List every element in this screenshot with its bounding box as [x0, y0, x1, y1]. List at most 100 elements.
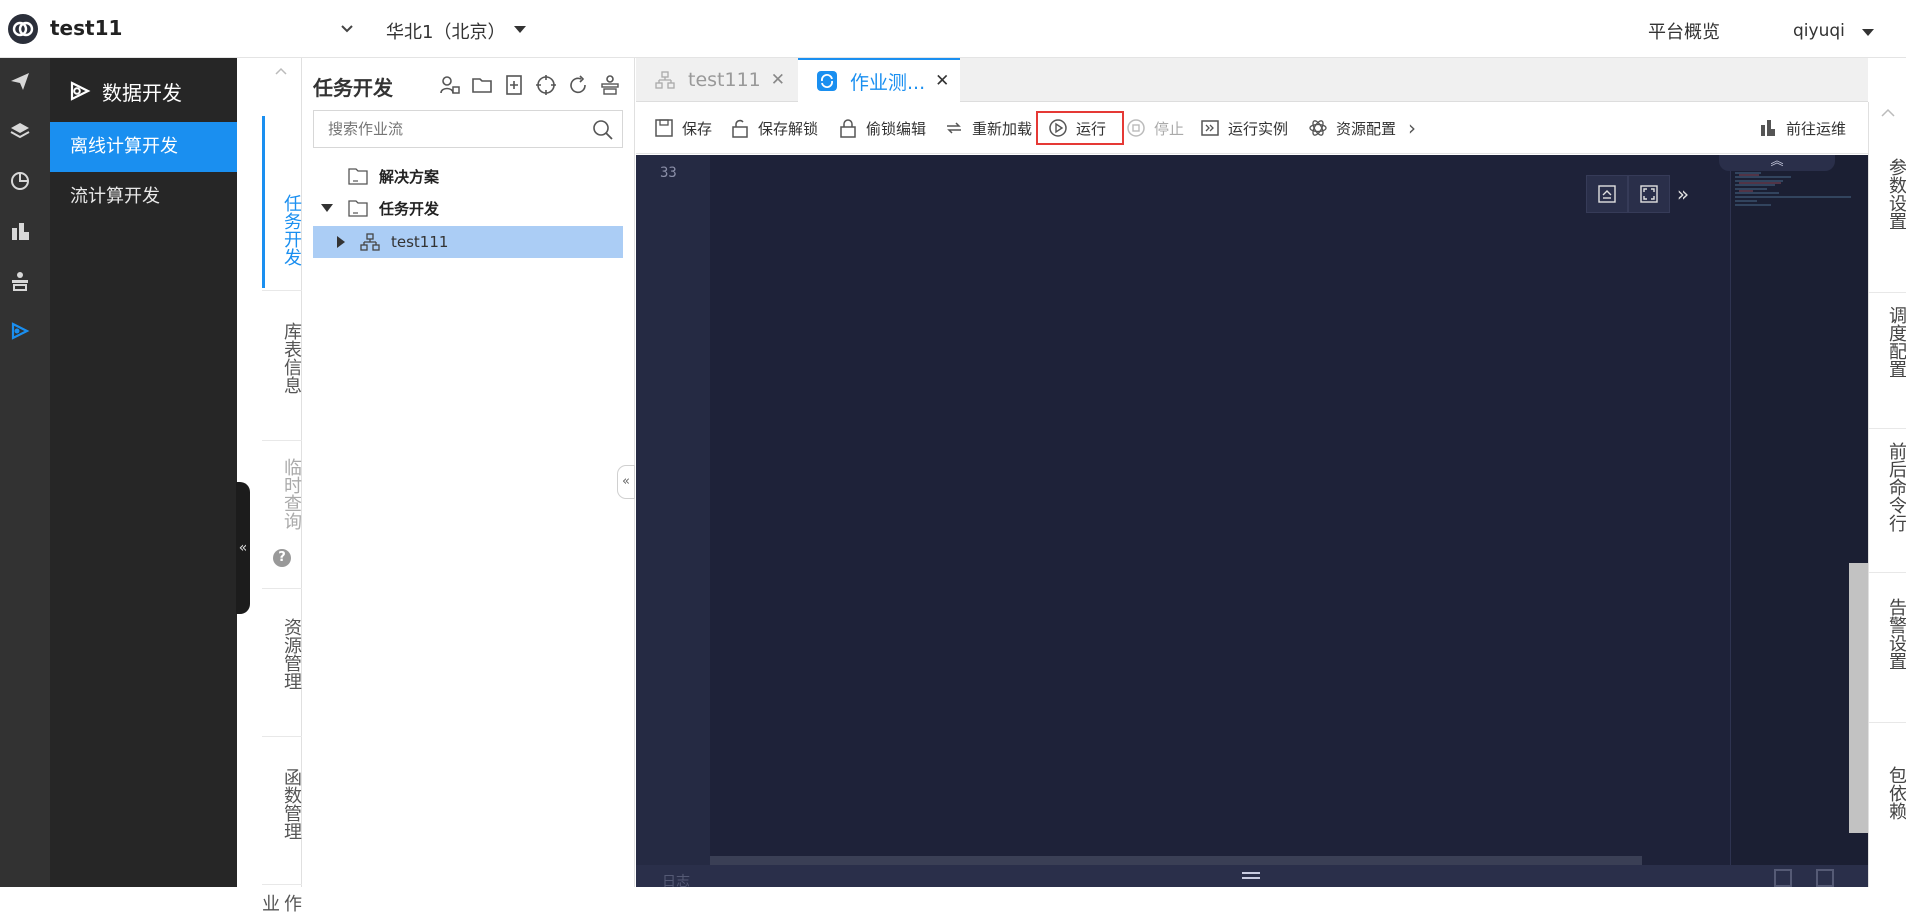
format-icon[interactable]	[1586, 175, 1628, 213]
vertical-tab-strip: 任务开发 库表信息 临时查询 ? 资源管理 函数管理 作业	[259, 58, 302, 912]
ops-icon[interactable]	[598, 73, 622, 97]
tab-pre-post-commands[interactable]: 前后命令行	[1869, 442, 1906, 532]
close-icon[interactable]: ✕	[935, 71, 949, 91]
vertical-scrollbar[interactable]	[1849, 563, 1868, 833]
workflow-icon	[655, 71, 675, 89]
tab-resource-mgmt[interactable]: 资源管理	[262, 618, 302, 690]
top-bar: test11 华北1（北京） 平台概览 qiyuqi	[0, 0, 1906, 58]
panel-title: 任务开发	[313, 76, 393, 100]
workflow-search[interactable]	[313, 110, 623, 148]
tree-node-label: 解决方案	[379, 167, 440, 186]
resource-config-label: 资源配置	[1336, 119, 1397, 138]
fullscreen-icon[interactable]	[1628, 175, 1670, 213]
help-icon[interactable]: ?	[273, 549, 291, 567]
data-analysis-icon	[1761, 120, 1775, 136]
caret-right-icon[interactable]	[337, 236, 345, 248]
data-dev-icon[interactable]	[9, 320, 31, 342]
close-icon[interactable]: ✕	[771, 70, 785, 90]
tab-function-mgmt[interactable]: 函数管理	[262, 768, 302, 840]
maximize-panel-icon[interactable]	[1816, 869, 1834, 887]
refresh-icon[interactable]	[566, 73, 590, 97]
line-gutter: 33	[636, 155, 710, 865]
collapse-panel-button[interactable]: «	[617, 465, 635, 499]
chevron-up-icon[interactable]	[275, 66, 287, 78]
restore-panel-icon[interactable]	[1774, 869, 1792, 887]
reload-label: 重新加载	[972, 119, 1033, 138]
tab-label: 作业测...	[850, 71, 926, 94]
platform-overview-link[interactable]: 平台概览	[1648, 18, 1720, 44]
new-file-icon[interactable]	[502, 73, 526, 97]
tab-package-deps[interactable]: 包依赖	[1869, 766, 1906, 820]
pie-chart-icon[interactable]	[9, 170, 31, 192]
tree-node-task-dev[interactable]: 任务开发	[313, 192, 623, 224]
tree-node-test111[interactable]: test111	[313, 226, 623, 258]
tab-param-settings[interactable]: 参数设置	[1869, 158, 1906, 230]
code-editor[interactable]: 33 ︽ »	[636, 155, 1868, 865]
tab-test111[interactable]: test111 ✕	[654, 58, 814, 102]
lock-icon	[840, 119, 856, 138]
app-title[interactable]: test11	[50, 16, 122, 40]
steal-lock-button[interactable]: 偷锁编辑	[838, 115, 926, 141]
task-tree-panel: 任务开发 解决方案 任务开发 test111	[302, 58, 635, 887]
chevron-up-icon[interactable]	[1881, 108, 1895, 118]
chevron-double-right-icon[interactable]: »	[1670, 175, 1696, 213]
stop-icon	[1127, 119, 1145, 137]
folder-icon[interactable]	[470, 73, 494, 97]
data-analysis-icon[interactable]	[9, 220, 31, 242]
save-unlock-button[interactable]: 保存解锁	[730, 115, 818, 141]
tree-node-label: test111	[391, 233, 449, 251]
user-menu[interactable]: qiyuqi	[1793, 21, 1845, 41]
chevron-right-icon[interactable]: ›	[1408, 116, 1416, 140]
search-icon[interactable]	[592, 119, 614, 141]
stop-button[interactable]: 停止	[1126, 115, 1184, 141]
sidebar-collapse-button[interactable]: «	[236, 482, 250, 614]
menu-item-stream-dev[interactable]: 流计算开发	[50, 172, 237, 222]
tab-label: test111	[688, 69, 761, 91]
send-icon[interactable]	[9, 70, 31, 92]
resource-config-button[interactable]: 资源配置	[1308, 115, 1396, 141]
layers-icon[interactable]	[9, 120, 31, 142]
job-icon	[817, 71, 837, 91]
run-instance-button[interactable]: 运行实例	[1200, 115, 1288, 141]
region-selector[interactable]: 华北1（北京）	[386, 18, 505, 44]
locate-icon[interactable]	[534, 73, 558, 97]
caret-down-icon[interactable]	[514, 26, 526, 33]
goto-ops-button[interactable]: 前往运维	[1758, 115, 1846, 141]
drag-handle-icon[interactable]	[1240, 870, 1262, 884]
run-button[interactable]: 运行	[1036, 111, 1125, 145]
line-number: 33	[660, 165, 677, 181]
save-icon	[655, 119, 673, 137]
tab-temp-query[interactable]: 临时查询	[262, 458, 302, 530]
tab-table-info[interactable]: 库表信息	[262, 322, 302, 394]
minimap[interactable]	[1730, 155, 1868, 865]
icon-rail	[0, 58, 50, 887]
search-input[interactable]	[314, 111, 574, 147]
log-panel-bar[interactable]: 日志	[636, 865, 1868, 890]
tab-job-test[interactable]: 作业测... ✕	[798, 58, 960, 102]
tab-task-dev[interactable]: 任务开发	[262, 116, 302, 288]
folder-icon	[348, 168, 368, 185]
ops-icon[interactable]	[9, 270, 31, 292]
menu-section-title: 数据开发	[102, 80, 182, 105]
atom-icon	[1309, 120, 1327, 136]
tree-node-solutions[interactable]: 解决方案	[313, 160, 623, 192]
new-workflow-icon[interactable]	[438, 73, 462, 97]
editor-toolbar: 保存 保存解锁 偷锁编辑 重新加载 运行 停止 运行实例 资源配置 › 前往运维	[636, 102, 1868, 154]
horizontal-scrollbar[interactable]	[710, 856, 1642, 865]
tab-alert-settings[interactable]: 告警设置	[1869, 598, 1906, 670]
chevron-down-icon[interactable]	[338, 20, 356, 38]
reload-button[interactable]: 重新加载	[944, 115, 1032, 141]
run-instance-icon	[1201, 120, 1219, 136]
tab-schedule-config[interactable]: 调度配置	[1869, 306, 1906, 378]
chevron-double-up-icon[interactable]: ︽	[1719, 155, 1835, 171]
logo-icon[interactable]	[8, 14, 38, 44]
menu-item-offline-dev[interactable]: 离线计算开发	[50, 122, 237, 172]
unlock-icon	[732, 119, 748, 138]
caret-down-icon[interactable]	[321, 204, 333, 212]
stop-label: 停止	[1154, 119, 1185, 138]
editor-tool-group: »	[1586, 175, 1696, 213]
save-button[interactable]: 保存	[654, 115, 712, 141]
side-menu: 数据开发 离线计算开发 流计算开发	[50, 58, 237, 887]
caret-down-icon[interactable]	[1862, 29, 1874, 36]
tab-jobs[interactable]: 作业	[259, 894, 302, 912]
